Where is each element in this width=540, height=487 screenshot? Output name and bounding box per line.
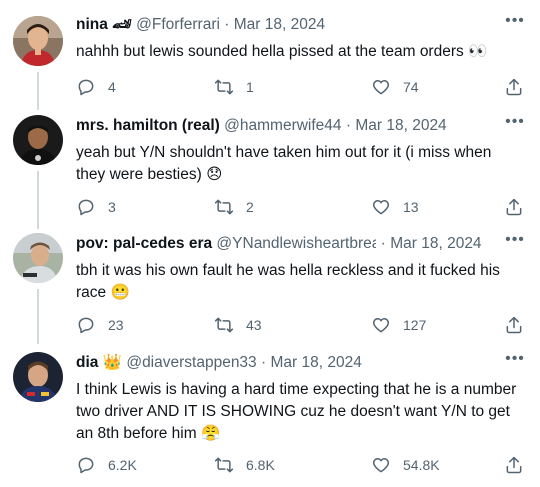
retweet-icon xyxy=(214,199,234,215)
retweet-button[interactable]: 2 xyxy=(214,196,254,218)
share-icon xyxy=(506,78,522,96)
like-count: 127 xyxy=(403,317,427,333)
display-name[interactable]: pov: pal-cedes era xyxy=(76,235,212,252)
separator-dot: · xyxy=(224,16,230,33)
like-count: 74 xyxy=(403,79,419,95)
tweet-header: nina 🏎 @Fforferrari · Mar 18, 2024 xyxy=(76,14,500,36)
retweet-count: 6.8K xyxy=(246,457,275,473)
username[interactable]: @diaverstappen33 xyxy=(126,354,256,371)
tweet-text: tbh it was his own fault he was hella re… xyxy=(76,262,500,301)
retweet-button[interactable]: 6.8K xyxy=(214,454,275,476)
tweet-header: dia 👑 @diaverstappen33 · Mar 18, 2024 xyxy=(76,352,500,374)
display-name[interactable]: nina 🏎 xyxy=(76,16,132,33)
display-name[interactable]: mrs. hamilton (real) xyxy=(76,117,220,134)
reply-icon xyxy=(78,317,94,334)
tweet-text: yeah but Y/N shouldn't have taken him ou… xyxy=(76,144,492,183)
like-icon xyxy=(372,200,390,215)
retweet-icon xyxy=(214,79,234,95)
separator-dot: · xyxy=(345,117,352,134)
action-bar: 3 2 13 xyxy=(76,196,526,218)
reply-icon xyxy=(78,199,94,216)
like-count: 54.8K xyxy=(403,457,440,473)
more-icon[interactable]: ••• xyxy=(504,13,526,34)
tweet-text: nahhh but lewis sounded hella pissed at … xyxy=(76,43,488,60)
more-icon[interactable]: ••• xyxy=(504,351,526,372)
username[interactable]: @Fforferrari xyxy=(136,16,220,33)
timestamp[interactable]: Mar 18, 2024 xyxy=(270,354,361,371)
tweet-thread: nina 🏎 @Fforferrari · Mar 18, 2024 ••• n… xyxy=(0,0,540,487)
thread-connector xyxy=(37,171,39,229)
action-bar: 4 1 74 xyxy=(76,76,526,98)
share-button[interactable] xyxy=(504,196,524,218)
more-icon[interactable]: ••• xyxy=(504,114,526,135)
timestamp[interactable]: Mar 18, 2024 xyxy=(390,235,481,252)
share-icon xyxy=(506,316,522,334)
tweet[interactable]: mrs. hamilton (real) @hammerwife44 · Mar… xyxy=(0,114,540,229)
like-icon xyxy=(372,80,390,95)
thread-connector xyxy=(37,72,39,110)
avatar[interactable] xyxy=(13,115,63,165)
avatar[interactable] xyxy=(13,352,63,402)
like-icon xyxy=(372,318,390,333)
reply-count: 3 xyxy=(108,199,116,215)
like-button[interactable]: 127 xyxy=(371,314,426,336)
more-icon[interactable]: ••• xyxy=(504,232,526,253)
timestamp[interactable]: Mar 18, 2024 xyxy=(355,117,446,134)
retweet-button[interactable]: 1 xyxy=(214,76,254,98)
reply-icon xyxy=(78,79,94,96)
action-bar: 23 43 127 xyxy=(76,314,526,336)
timestamp[interactable]: Mar 18, 2024 xyxy=(234,16,325,33)
share-button[interactable] xyxy=(504,314,524,336)
share-button[interactable] xyxy=(504,76,524,98)
reply-count: 6.2K xyxy=(108,457,137,473)
retweet-icon xyxy=(214,317,234,333)
avatar[interactable] xyxy=(13,16,63,66)
reply-button[interactable]: 23 xyxy=(76,314,124,336)
action-bar: 6.2K 6.8K 54.8K xyxy=(76,454,526,476)
separator-dot: · xyxy=(261,354,267,371)
share-button[interactable] xyxy=(504,454,524,476)
tweet[interactable]: pov: pal-cedes era @YNandlewisheartbreak… xyxy=(0,232,540,344)
like-button[interactable]: 13 xyxy=(371,196,419,218)
reply-count: 4 xyxy=(108,79,116,95)
username[interactable]: @YNandlewisheartbreak xyxy=(216,233,376,255)
like-icon xyxy=(372,458,390,473)
reply-button[interactable]: 6.2K xyxy=(76,454,137,476)
share-icon xyxy=(506,456,522,474)
reply-button[interactable]: 4 xyxy=(76,76,116,98)
retweet-count: 2 xyxy=(246,199,254,215)
retweet-icon xyxy=(214,457,234,473)
reply-button[interactable]: 3 xyxy=(76,196,116,218)
thread-connector xyxy=(37,289,39,344)
tweet[interactable]: dia 👑 @diaverstappen33 · Mar 18, 2024 ••… xyxy=(0,351,540,482)
tweet[interactable]: nina 🏎 @Fforferrari · Mar 18, 2024 ••• n… xyxy=(0,13,540,110)
like-button[interactable]: 74 xyxy=(371,76,419,98)
avatar[interactable] xyxy=(13,233,63,283)
tweet-text: I think Lewis is having a hard time expe… xyxy=(76,381,517,442)
like-count: 13 xyxy=(403,199,419,215)
reply-icon xyxy=(78,457,94,474)
tweet-header: pov: pal-cedes era @YNandlewisheartbreak… xyxy=(76,233,500,255)
display-name[interactable]: dia 👑 xyxy=(76,354,122,371)
tweet-header: mrs. hamilton (real) @hammerwife44 · Mar… xyxy=(76,115,500,137)
like-button[interactable]: 54.8K xyxy=(371,454,440,476)
separator-dot: · xyxy=(380,235,386,252)
retweet-button[interactable]: 43 xyxy=(214,314,262,336)
share-icon xyxy=(506,198,522,216)
reply-count: 23 xyxy=(108,317,124,333)
retweet-count: 43 xyxy=(246,317,262,333)
retweet-count: 1 xyxy=(246,79,254,95)
username[interactable]: @hammerwife44 xyxy=(224,117,341,134)
